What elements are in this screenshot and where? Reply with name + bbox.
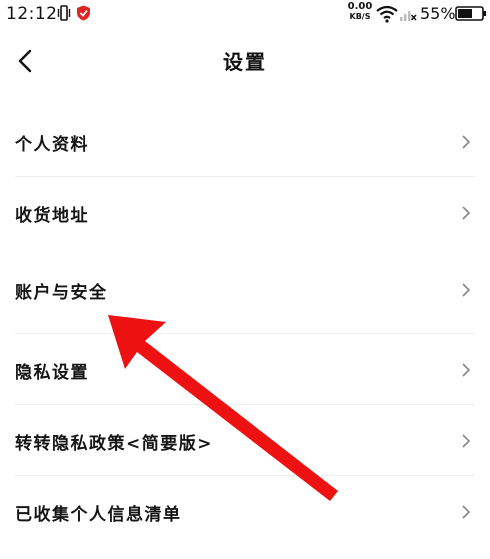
chevron-right-icon: [462, 206, 471, 220]
settings-item-label: 收货地址: [15, 206, 89, 226]
security-shield-icon: [77, 5, 90, 21]
battery-percent: 55%: [420, 4, 456, 23]
settings-list: 个人资料 收货地址 账户与安全 隐私设置 转转隐私政策<简要版> 已收集个人信息…: [0, 106, 490, 547]
settings-item-account-security[interactable]: 账户与安全: [0, 248, 490, 334]
settings-item-shipping-address[interactable]: 收货地址: [0, 177, 490, 248]
chevron-right-icon: [462, 505, 471, 519]
page-title: 设置: [223, 50, 267, 74]
status-time: 12:12: [6, 4, 58, 24]
network-speed-unit: KB/S: [349, 12, 371, 21]
battery-icon: [455, 6, 486, 21]
settings-item-profile[interactable]: 个人资料: [0, 106, 490, 177]
network-speed-value: 0.00: [347, 1, 373, 12]
settings-item-privacy-policy-summary[interactable]: 转转隐私政策<简要版>: [0, 405, 490, 476]
chevron-right-icon: [462, 363, 471, 377]
settings-item-label: 账户与安全: [15, 283, 108, 303]
settings-item-label: 隐私设置: [15, 363, 89, 383]
network-speed-indicator: 0.00 KB/S: [345, 2, 375, 22]
settings-item-label: 已收集个人信息清单: [15, 505, 182, 525]
settings-item-privacy[interactable]: 隐私设置: [0, 334, 490, 405]
chevron-right-icon: [462, 135, 471, 149]
settings-item-collected-info-list[interactable]: 已收集个人信息清单: [0, 476, 490, 547]
wifi-icon: [376, 5, 398, 23]
settings-screen: 12:12 0.00 KB/S 55% 设置 个人资料 收货地址 账户与安全 隐…: [0, 0, 490, 559]
chevron-right-icon: [462, 283, 471, 297]
page-header: 设置: [0, 38, 490, 84]
chevron-right-icon: [462, 434, 471, 448]
vibrate-icon: [57, 5, 71, 21]
status-bar: 12:12 0.00 KB/S 55%: [0, 0, 490, 30]
settings-item-label: 个人资料: [15, 135, 89, 155]
settings-item-label: 转转隐私政策<简要版>: [15, 434, 213, 454]
cellular-signal-icon: [400, 11, 417, 21]
